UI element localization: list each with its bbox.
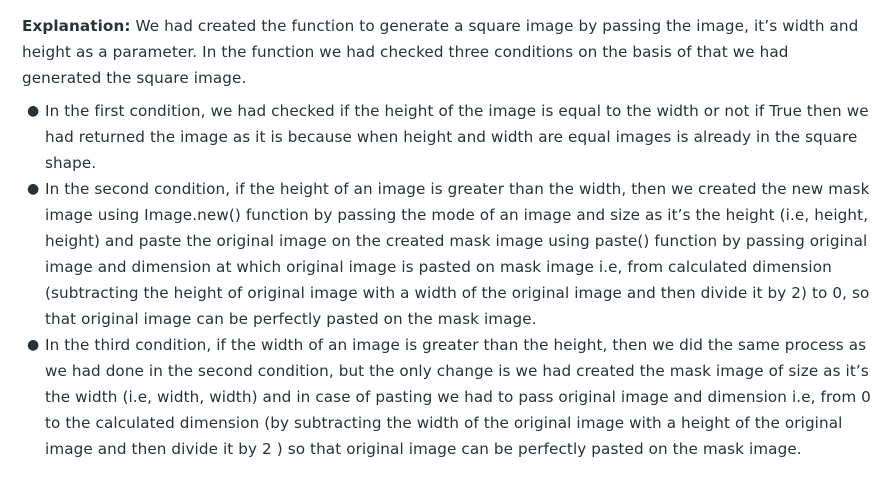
- explanation-paragraph: Explanation: We had created the function…: [22, 13, 871, 91]
- bullet-dot-icon: ●: [27, 337, 40, 353]
- bullet-dot-icon: ●: [27, 181, 40, 197]
- list-item-first-condition: ● In the first condition, we had checked…: [27, 98, 871, 176]
- explanation-label: Explanation:: [22, 17, 131, 35]
- list-item-text: In the first condition, we had checked i…: [45, 102, 869, 172]
- list-item-second-condition: ● In the second condition, if the height…: [27, 176, 871, 332]
- article-content: Explanation: We had created the function…: [0, 0, 891, 462]
- condition-list: ● In the first condition, we had checked…: [22, 98, 871, 462]
- explanation-text: We had created the function to generate …: [22, 17, 859, 87]
- list-item-third-condition: ● In the third condition, if the width o…: [27, 332, 871, 462]
- bullet-dot-icon: ●: [27, 103, 40, 119]
- list-item-text: In the second condition, if the height o…: [45, 180, 870, 328]
- list-item-text: In the third condition, if the width of …: [45, 336, 871, 458]
